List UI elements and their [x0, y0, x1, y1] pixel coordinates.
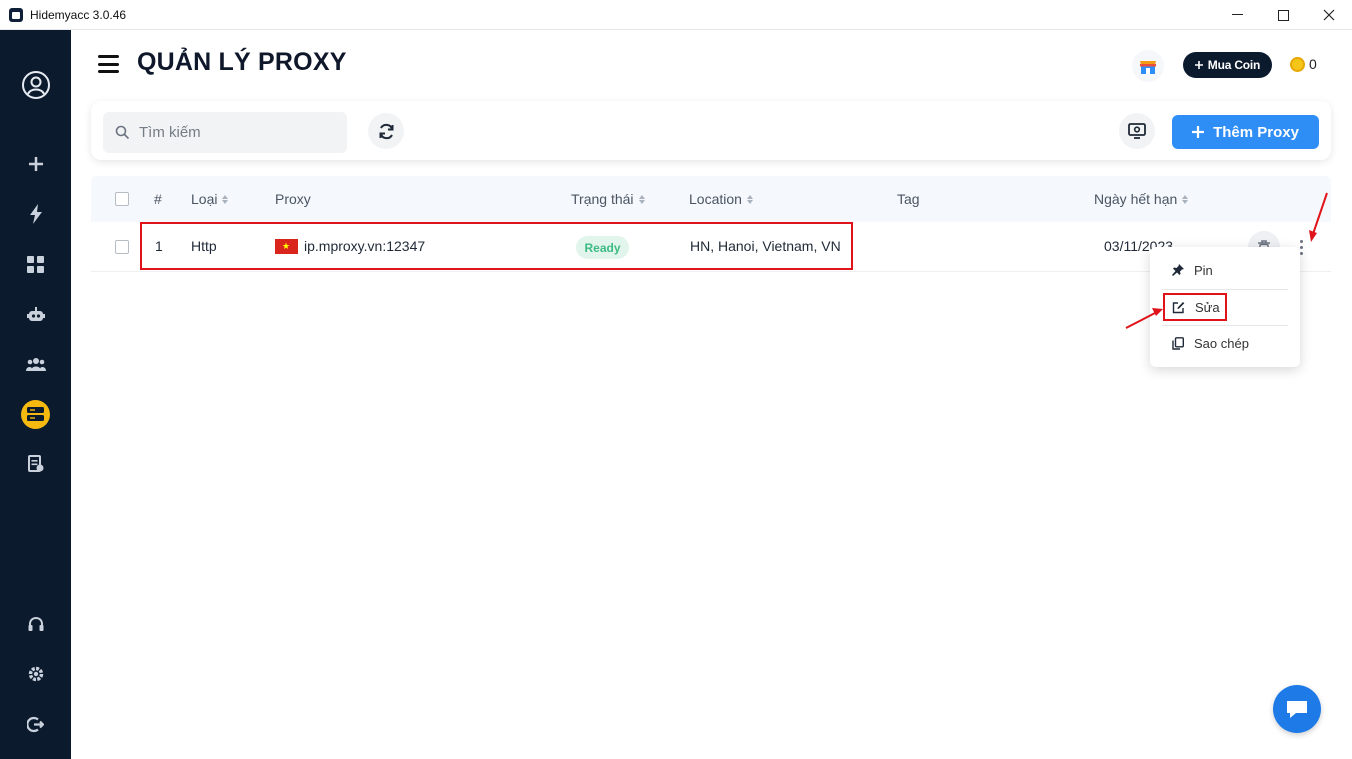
add-proxy-label: Thêm Proxy [1213, 123, 1299, 141]
edit-highlight-box [1163, 293, 1227, 321]
active-indicator [21, 399, 50, 429]
menu-item-pin[interactable]: Pin [1150, 253, 1300, 287]
sidebar-item-billing[interactable] [0, 444, 71, 484]
chat-icon [1287, 701, 1307, 718]
column-type[interactable]: Loại [191, 191, 229, 207]
buy-coin-button[interactable]: Mua Coin [1183, 52, 1272, 78]
close-window-button[interactable] [1306, 0, 1352, 30]
plus-icon [1192, 126, 1205, 138]
column-index: # [154, 191, 162, 207]
sidebar-item-create[interactable] [0, 144, 71, 184]
refresh-button[interactable] [368, 113, 404, 149]
coin-balance: 0 [1290, 56, 1317, 72]
screen-settings-button[interactable] [1119, 113, 1155, 149]
user-circle-icon [21, 71, 50, 99]
plus-icon [1194, 61, 1203, 69]
plus-icon [28, 157, 43, 171]
minimize-button[interactable] [1214, 0, 1260, 30]
refresh-icon [379, 123, 393, 139]
sort-icon [222, 194, 229, 204]
sort-icon [1182, 194, 1189, 204]
sidebar-item-automation[interactable] [0, 294, 71, 334]
team-icon [25, 358, 46, 371]
buy-coin-label: Mua Coin [1207, 58, 1261, 72]
grid-icon [27, 255, 44, 273]
sort-icon [746, 194, 753, 204]
sidebar-item-quick[interactable] [0, 194, 71, 234]
sidebar-item-support[interactable] [0, 604, 71, 644]
document-icon [27, 455, 43, 472]
lightning-icon [29, 204, 42, 224]
coin-count: 0 [1309, 56, 1317, 72]
copy-icon [1172, 336, 1184, 350]
column-tag: Tag [897, 191, 920, 207]
store-icon [1140, 60, 1156, 74]
column-status[interactable]: Trạng thái [571, 191, 645, 207]
sidebar-item-settings[interactable] [0, 654, 71, 694]
maximize-button[interactable] [1260, 0, 1306, 30]
store-button[interactable] [1132, 50, 1164, 82]
menu-toggle-button[interactable] [98, 55, 119, 73]
sidebar-item-proxy[interactable] [0, 394, 71, 434]
window-titlebar: Hidemyacc 3.0.46 [0, 0, 1352, 30]
sidebar-item-logout[interactable] [0, 704, 71, 744]
add-proxy-button[interactable]: Thêm Proxy [1172, 115, 1319, 149]
sidebar-item-team[interactable] [0, 344, 71, 384]
headset-icon [28, 616, 43, 631]
row-checkbox[interactable] [115, 240, 129, 254]
robot-icon [26, 306, 45, 321]
page-title: QUẢN LÝ PROXY [137, 48, 347, 76]
monitor-icon [1128, 123, 1146, 139]
logout-icon [27, 716, 44, 732]
toolbar: Thêm Proxy [91, 101, 1331, 160]
sidebar [0, 30, 71, 759]
table-header: # Loại Proxy Trạng thái Location Tag Ngà… [91, 176, 1331, 222]
row-highlight-box [140, 222, 853, 270]
coin-icon [1290, 56, 1305, 72]
gear-icon [28, 666, 43, 682]
window-title: Hidemyacc 3.0.46 [30, 7, 127, 22]
select-all-checkbox[interactable] [115, 192, 129, 206]
app-logo-icon [9, 7, 23, 22]
menu-item-copy[interactable]: Sao chép [1150, 326, 1300, 360]
chat-support-button[interactable] [1273, 685, 1321, 733]
column-expiry[interactable]: Ngày hết hạn [1094, 191, 1189, 207]
search-box [103, 112, 347, 153]
sidebar-item-profile[interactable] [0, 65, 71, 105]
column-location[interactable]: Location [689, 191, 753, 207]
pin-icon [1172, 264, 1184, 276]
sort-icon [638, 194, 645, 204]
search-icon [115, 125, 130, 140]
search-input[interactable] [139, 124, 339, 141]
column-proxy: Proxy [275, 191, 311, 207]
server-icon [27, 407, 44, 421]
sidebar-item-dashboard[interactable] [0, 244, 71, 284]
